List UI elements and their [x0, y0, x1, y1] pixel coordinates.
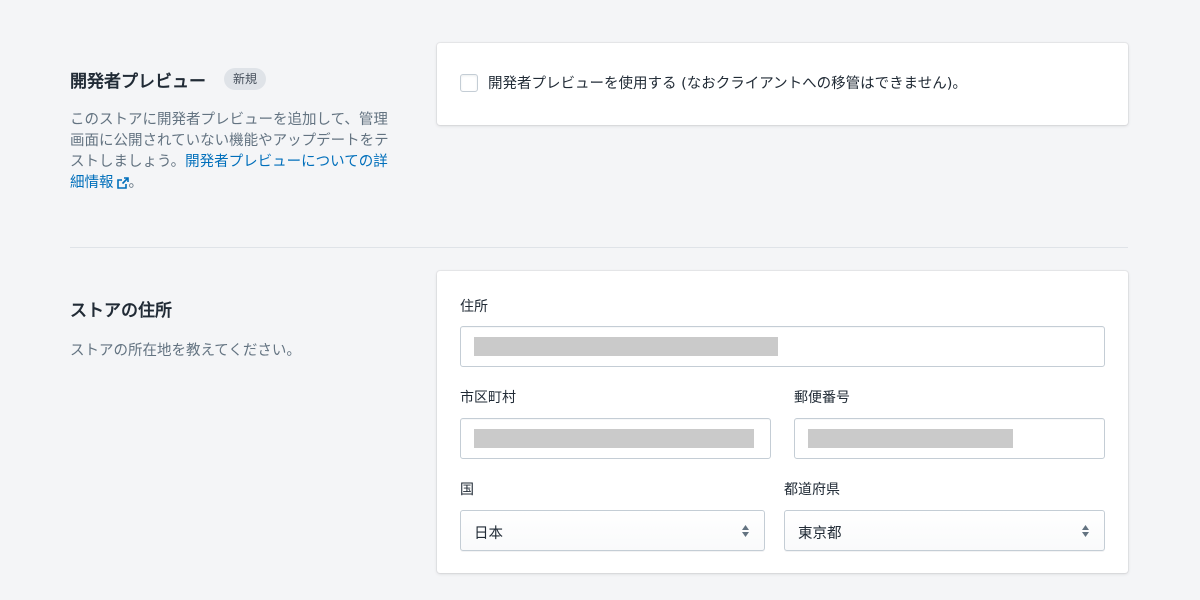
select-arrows-icon — [1081, 523, 1090, 543]
city-redacted-value — [474, 429, 754, 448]
developer-preview-info: 開発者プレビュー 新規 このストアに開発者プレビューを追加して、管理画面に公開さ… — [70, 66, 400, 196]
city-input[interactable] — [460, 418, 771, 459]
prefecture-label: 都道府県 — [784, 482, 840, 498]
country-select-value: 日本 — [474, 526, 503, 542]
address-label: 住所 — [460, 299, 488, 315]
prefecture-select-value: 東京都 — [798, 526, 842, 542]
store-address-info: ストアの住所 ストアの所在地を教えてください。 — [70, 295, 400, 362]
country-label: 国 — [460, 482, 474, 498]
store-address-description: ストアの所在地を教えてください。 — [70, 343, 301, 359]
description-trailing-period: 。 — [128, 175, 144, 191]
select-arrows-icon — [741, 523, 750, 543]
developer-preview-heading: 開発者プレビュー 新規 — [70, 66, 400, 92]
developer-preview-description: このストアに開発者プレビューを追加して、管理画面に公開されていない機能やアップデ… — [70, 110, 390, 196]
developer-preview-title: 開発者プレビュー — [70, 71, 206, 92]
developer-preview-checkbox-label[interactable]: 開発者プレビューを使用する (なおクライアントへの移管はできません)。 — [488, 72, 967, 93]
prefecture-select[interactable]: 東京都 — [784, 510, 1105, 551]
address-input[interactable] — [460, 326, 1105, 367]
developer-preview-card: 開発者プレビューを使用する (なおクライアントへの移管はできません)。 — [437, 43, 1128, 125]
postal-code-input[interactable] — [794, 418, 1105, 459]
postal-code-label: 郵便番号 — [794, 390, 850, 406]
store-address-title: ストアの住所 — [70, 300, 172, 321]
country-select[interactable]: 日本 — [460, 510, 765, 551]
developer-preview-checkbox[interactable] — [460, 73, 478, 92]
store-address-card: 住所 市区町村 郵便番号 国 日本 都道府県 東京都 — [437, 271, 1128, 573]
address-redacted-value — [474, 337, 778, 356]
city-label: 市区町村 — [460, 390, 516, 406]
new-badge: 新規 — [224, 68, 267, 90]
postal-code-redacted-value — [808, 429, 1013, 448]
external-link-icon — [116, 175, 129, 196]
developer-preview-checkbox-row[interactable]: 開発者プレビューを使用する (なおクライアントへの移管はできません)。 — [460, 72, 967, 93]
section-divider — [70, 247, 1128, 248]
